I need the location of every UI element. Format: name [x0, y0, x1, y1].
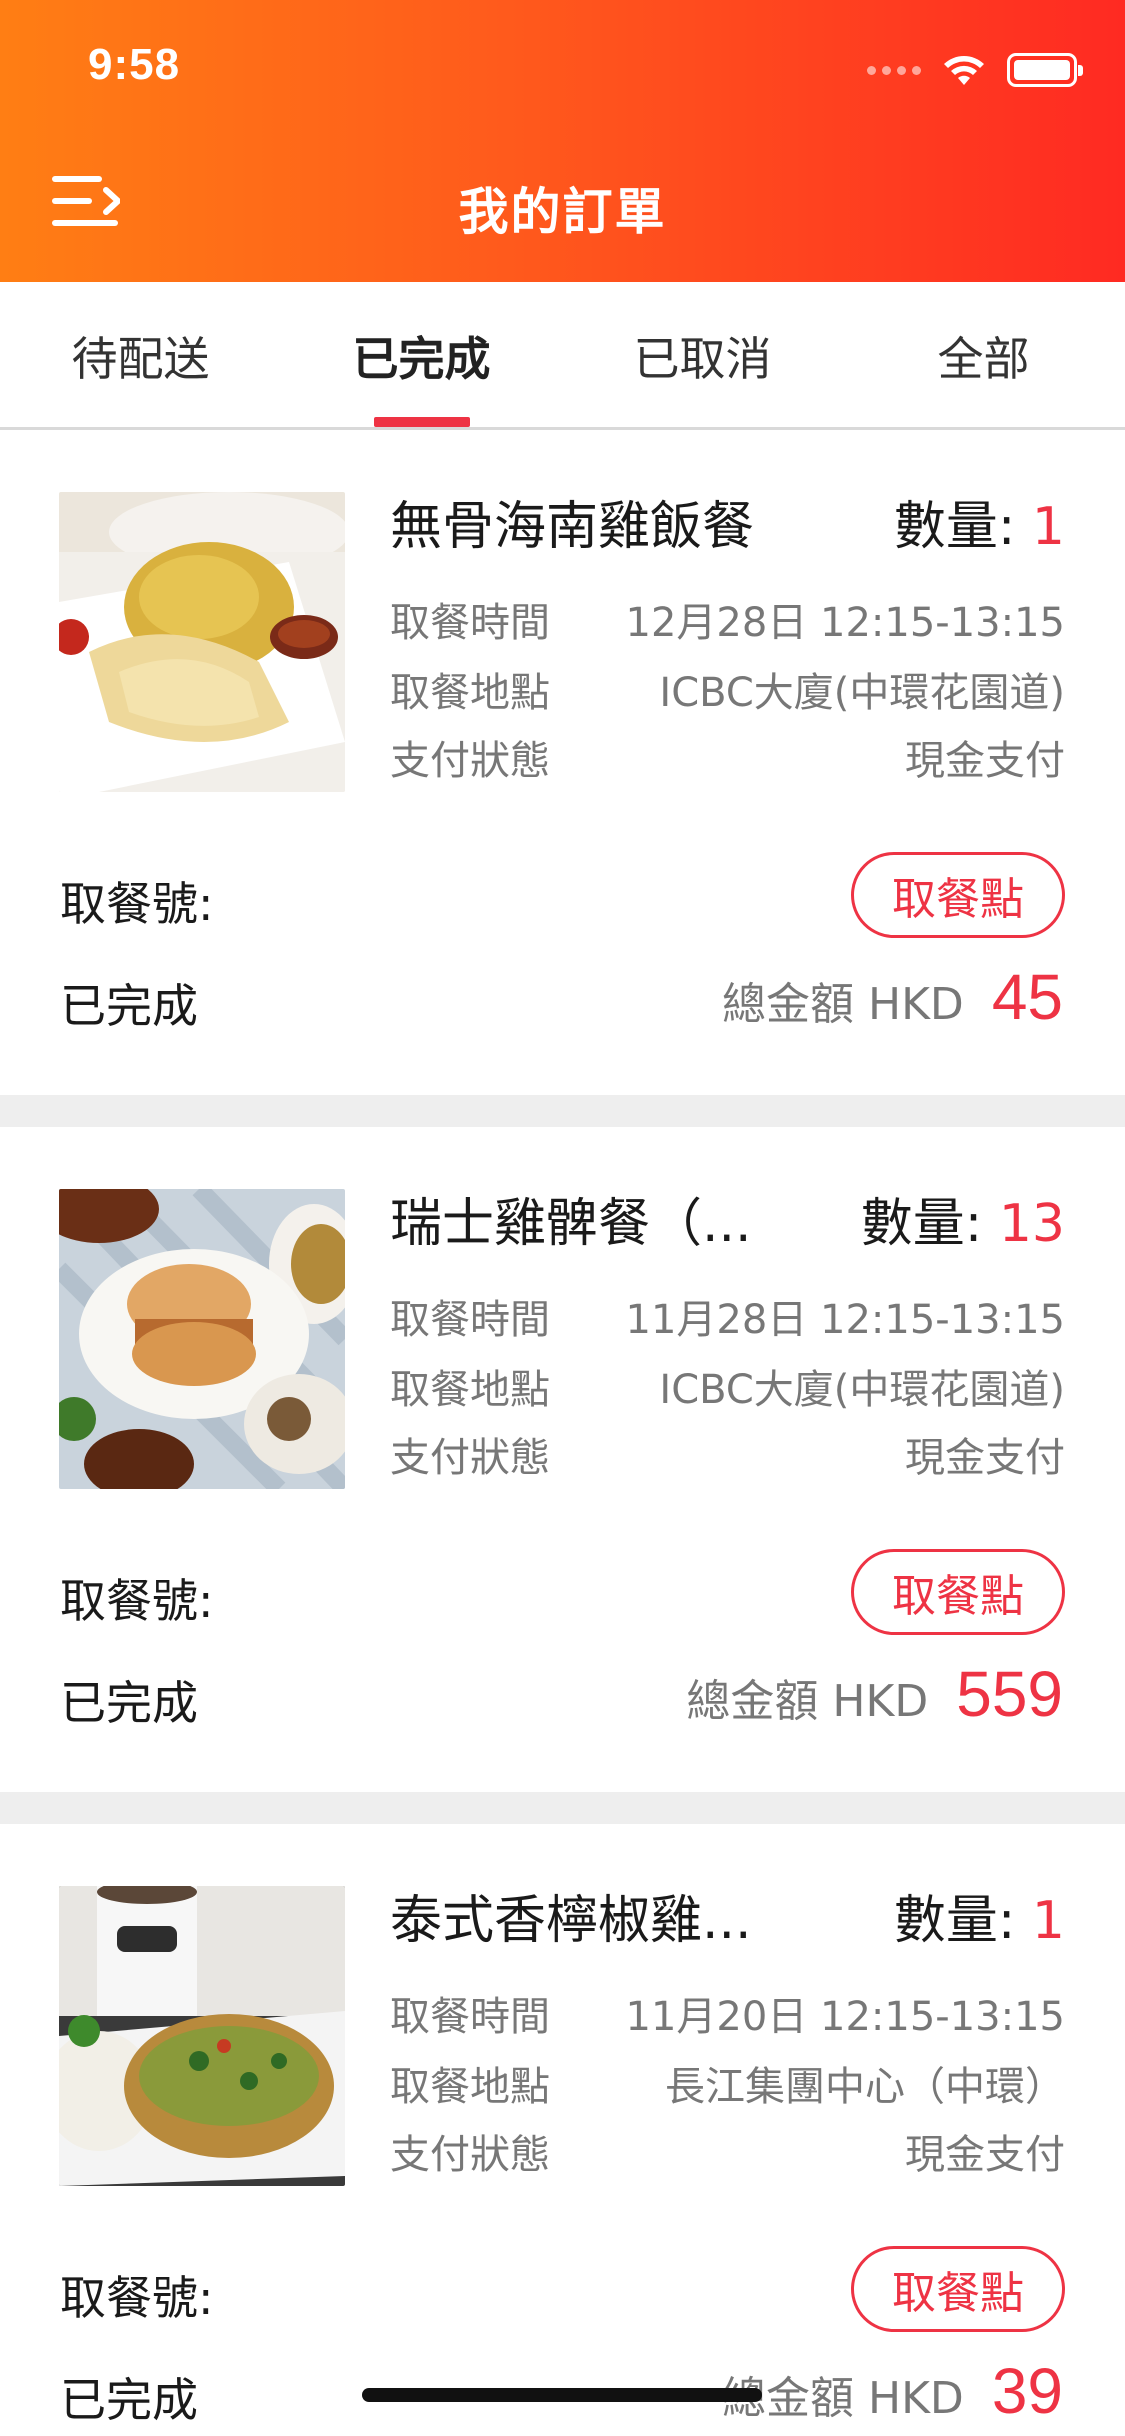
pickup-time-value: 12月28日 12:15-13:15	[625, 600, 1066, 646]
payment-status-value: 現金支付	[905, 738, 1065, 784]
page-title: 我的訂單	[458, 183, 667, 241]
pickup-point-button[interactable]: 取餐點	[851, 852, 1065, 938]
order-total: 總金額 HKD 39	[722, 2354, 1063, 2428]
quantity: 數量: 1	[894, 1878, 1065, 1953]
status-icons	[867, 50, 1083, 90]
app-header: 9:58 我的訂單	[0, 0, 1125, 282]
battery-icon	[1007, 53, 1083, 87]
total-amount: 559	[956, 1658, 1063, 1730]
payment-status-label: 支付狀態	[390, 2132, 550, 2178]
pickup-time-value: 11月28日 12:15-13:15	[625, 1297, 1066, 1343]
pickup-number-label: 取餐號:	[60, 2271, 214, 2325]
wifi-icon	[944, 56, 984, 85]
active-tab-indicator	[374, 417, 470, 427]
total-amount: 39	[991, 2355, 1063, 2427]
payment-status-row: 支付狀態 現金支付	[390, 2122, 1065, 2180]
order-card[interactable]: 泰式香檸椒雞... 數量: 1 取餐時間 11月20日 12:15-13:15 …	[0, 1824, 1125, 2436]
payment-status-value: 現金支付	[905, 1435, 1065, 1481]
order-tabs: 待配送 已完成 已取消 全部	[0, 282, 1125, 430]
quantity-label: 數量:	[860, 1194, 983, 1254]
dish-image	[59, 1189, 345, 1489]
payment-status-value: 現金支付	[905, 2132, 1065, 2178]
quantity-label: 數量:	[893, 497, 1016, 557]
pickup-point-button[interactable]: 取餐點	[851, 1549, 1065, 1635]
tab-completed[interactable]: 已完成	[281, 282, 562, 430]
quantity-value: 1	[1031, 497, 1065, 557]
order-card[interactable]: 無骨海南雞飯餐 數量: 1 取餐時間 12月28日 12:15-13:15 取餐…	[0, 430, 1125, 1095]
quantity-label: 數量:	[893, 1891, 1016, 1951]
order-status: 已完成	[60, 1676, 198, 1730]
pickup-number-label: 取餐號:	[60, 1574, 214, 1628]
payment-status-row: 支付狀態 現金支付	[390, 728, 1065, 786]
pickup-location-value: ICBC大廈(中環花園道)	[659, 670, 1065, 716]
dish-name: 無骨海南雞飯餐	[390, 497, 755, 557]
home-indicator[interactable]	[362, 2388, 762, 2402]
pickup-time-label: 取餐時間	[390, 600, 550, 646]
tab-cancelled[interactable]: 已取消	[562, 282, 843, 430]
pickup-time-row: 取餐時間 11月20日 12:15-13:15	[390, 1984, 1065, 2042]
quantity: 數量: 13	[861, 1181, 1065, 1256]
total-label: 總金額 HKD	[686, 1676, 929, 1727]
dish-name: 瑞士雞髀餐（...	[390, 1194, 752, 1254]
pickup-location-value: 長江集團中心（中環）	[665, 2064, 1065, 2110]
pickup-time-row: 取餐時間 12月28日 12:15-13:15	[390, 590, 1065, 648]
pickup-time-value: 11月20日 12:15-13:15	[625, 1994, 1066, 2040]
tab-all[interactable]: 全部	[843, 282, 1124, 430]
order-status: 已完成	[60, 979, 198, 1033]
quantity-value: 13	[998, 1194, 1065, 1254]
pickup-location-label: 取餐地點	[390, 2064, 550, 2110]
pickup-time-label: 取餐時間	[390, 1297, 550, 1343]
pickup-location-row: 取餐地點 ICBC大廈(中環花園道)	[390, 1357, 1065, 1415]
pickup-number-label: 取餐號:	[60, 877, 214, 931]
pickup-point-button[interactable]: 取餐點	[851, 2246, 1065, 2332]
pickup-time-row: 取餐時間 11月28日 12:15-13:15	[390, 1287, 1065, 1345]
dish-image	[59, 1886, 345, 2186]
pickup-location-row: 取餐地點 長江集團中心（中環）	[390, 2054, 1065, 2112]
pickup-location-value: ICBC大廈(中環花園道)	[659, 1367, 1065, 1413]
card-separator	[0, 1095, 1125, 1127]
order-card[interactable]: 瑞士雞髀餐（... 數量: 13 取餐時間 11月28日 12:15-13:15…	[0, 1127, 1125, 1792]
payment-status-label: 支付狀態	[390, 1435, 550, 1481]
order-total: 總金額 HKD 559	[686, 1657, 1063, 1731]
order-total: 總金額 HKD 45	[722, 960, 1063, 1034]
status-time: 9:58	[88, 40, 181, 89]
tab-pending[interactable]: 待配送	[0, 282, 281, 430]
pickup-location-label: 取餐地點	[390, 670, 550, 716]
total-label: 總金額 HKD	[722, 979, 964, 1030]
quantity-value: 1	[1031, 1891, 1065, 1951]
payment-status-row: 支付狀態 現金支付	[390, 1425, 1065, 1483]
total-amount: 45	[991, 961, 1063, 1033]
dish-image	[59, 492, 345, 792]
order-status: 已完成	[60, 2373, 198, 2427]
pickup-time-label: 取餐時間	[390, 1994, 550, 2040]
signal-icon	[867, 65, 921, 75]
pickup-location-label: 取餐地點	[390, 1367, 550, 1413]
quantity: 數量: 1	[894, 484, 1065, 559]
payment-status-label: 支付狀態	[390, 738, 550, 784]
dish-name: 泰式香檸椒雞...	[390, 1891, 752, 1951]
pickup-location-row: 取餐地點 ICBC大廈(中環花園道)	[390, 660, 1065, 718]
card-separator	[0, 1792, 1125, 1824]
